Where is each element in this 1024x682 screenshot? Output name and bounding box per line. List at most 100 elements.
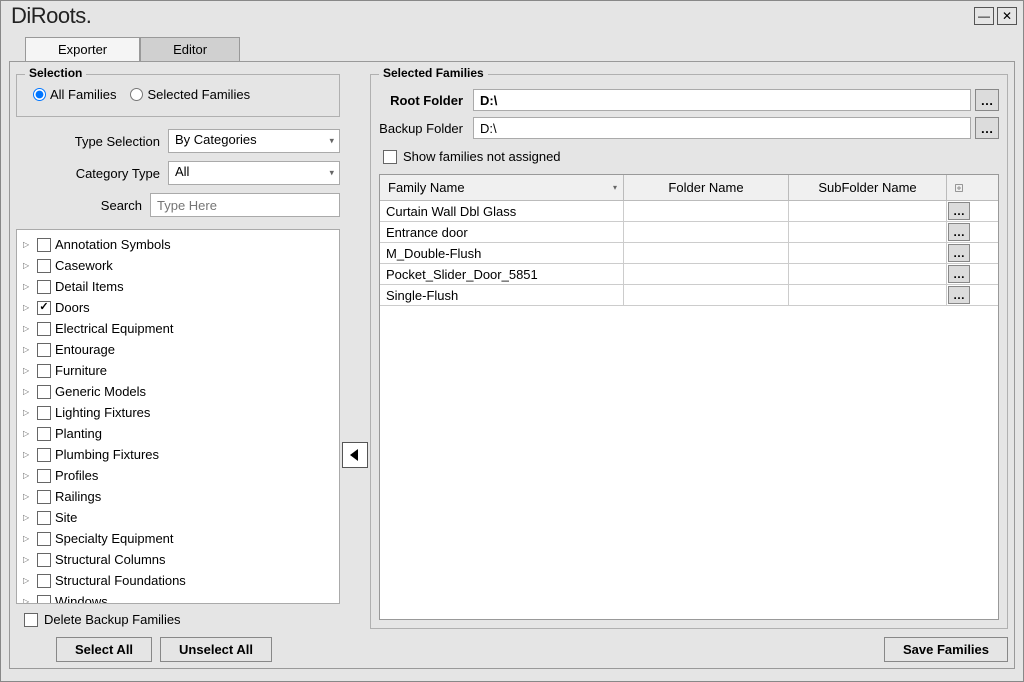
tree-label: Planting bbox=[55, 426, 102, 441]
tree-item[interactable]: ▷Casework bbox=[19, 255, 337, 276]
tree-checkbox[interactable] bbox=[37, 322, 51, 336]
delete-backup-checkbox[interactable] bbox=[24, 613, 38, 627]
cell-subfolder-name bbox=[789, 222, 947, 242]
tree-checkbox[interactable] bbox=[37, 469, 51, 483]
tree-checkbox[interactable] bbox=[37, 574, 51, 588]
tree-item[interactable]: ▷Site bbox=[19, 507, 337, 528]
search-input[interactable] bbox=[150, 193, 340, 217]
chevron-down-icon: ▾ bbox=[613, 183, 617, 192]
radio-all-families[interactable]: All Families bbox=[33, 87, 116, 102]
tree-item[interactable]: ▷Doors bbox=[19, 297, 337, 318]
move-left-button[interactable] bbox=[342, 442, 368, 468]
cell-folder-name bbox=[624, 222, 789, 242]
row-options-button[interactable]: … bbox=[948, 202, 970, 220]
selected-families-group: Selected Families Root Folder … Backup F… bbox=[370, 74, 1008, 629]
tree-item[interactable]: ▷Planting bbox=[19, 423, 337, 444]
save-families-button[interactable]: Save Families bbox=[884, 637, 1008, 662]
tree-checkbox[interactable] bbox=[37, 511, 51, 525]
tree-checkbox[interactable] bbox=[37, 406, 51, 420]
expand-icon: ▷ bbox=[23, 387, 33, 396]
show-not-assigned-label: Show families not assigned bbox=[403, 149, 561, 164]
row-options-button[interactable]: … bbox=[948, 244, 970, 262]
tree-item[interactable]: ▷Lighting Fixtures bbox=[19, 402, 337, 423]
row-options-button[interactable]: … bbox=[948, 223, 970, 241]
backup-folder-input[interactable] bbox=[473, 117, 971, 139]
tree-checkbox[interactable] bbox=[37, 553, 51, 567]
expand-icon: ▷ bbox=[23, 555, 33, 564]
table-row[interactable]: Entrance door… bbox=[380, 222, 998, 243]
category-tree[interactable]: ▷Annotation Symbols▷Casework▷Detail Item… bbox=[16, 229, 340, 604]
table-row[interactable]: Pocket_Slider_Door_5851… bbox=[380, 264, 998, 285]
tree-label: Casework bbox=[55, 258, 113, 273]
tree-label: Entourage bbox=[55, 342, 115, 357]
tree-item[interactable]: ▷Railings bbox=[19, 486, 337, 507]
tree-checkbox[interactable] bbox=[37, 490, 51, 504]
select-all-button[interactable]: Select All bbox=[56, 637, 152, 662]
tree-item[interactable]: ▷Structural Foundations bbox=[19, 570, 337, 591]
tree-item[interactable]: ▷Annotation Symbols bbox=[19, 234, 337, 255]
tree-item[interactable]: ▷Windows bbox=[19, 591, 337, 604]
type-selection-label: Type Selection bbox=[16, 134, 168, 149]
tree-label: Structural Foundations bbox=[55, 573, 186, 588]
tree-item[interactable]: ▷Entourage bbox=[19, 339, 337, 360]
table-row[interactable]: Single-Flush… bbox=[380, 285, 998, 306]
category-type-dropdown[interactable]: All bbox=[168, 161, 340, 185]
tab-editor[interactable]: Editor bbox=[140, 37, 240, 61]
expand-icon: ▷ bbox=[23, 240, 33, 249]
tree-item[interactable]: ▷Specialty Equipment bbox=[19, 528, 337, 549]
tree-item[interactable]: ▷ Furniture bbox=[19, 360, 337, 381]
tree-checkbox[interactable] bbox=[37, 448, 51, 462]
app-window: DiRoots. — ✕ Exporter Editor Selection A… bbox=[0, 0, 1024, 682]
category-type-label: Category Type bbox=[16, 166, 168, 181]
column-subfolder-name[interactable]: SubFolder Name bbox=[789, 175, 947, 200]
root-folder-input[interactable] bbox=[473, 89, 971, 111]
expand-icon: ▷ bbox=[23, 282, 33, 291]
cell-folder-name bbox=[624, 285, 789, 305]
cell-subfolder-name bbox=[789, 243, 947, 263]
expand-icon: ▷ bbox=[23, 408, 33, 417]
tree-checkbox[interactable] bbox=[37, 427, 51, 441]
type-selection-dropdown[interactable]: By Categories bbox=[168, 129, 340, 153]
tree-checkbox[interactable] bbox=[37, 280, 51, 294]
tree-item[interactable]: ▷Electrical Equipment bbox=[19, 318, 337, 339]
expand-icon: ▷ bbox=[23, 324, 33, 333]
column-family-name[interactable]: Family Name▾ bbox=[380, 175, 624, 200]
tree-item[interactable]: ▷Generic Models bbox=[19, 381, 337, 402]
titlebar: DiRoots. — ✕ bbox=[1, 1, 1023, 33]
minimize-button[interactable]: — bbox=[974, 7, 994, 25]
tree-item[interactable]: ▷Detail Items bbox=[19, 276, 337, 297]
row-options-button[interactable]: … bbox=[948, 286, 970, 304]
column-settings[interactable] bbox=[947, 175, 971, 200]
tree-checkbox[interactable] bbox=[37, 259, 51, 273]
unselect-all-button[interactable]: Unselect All bbox=[160, 637, 272, 662]
tree-checkbox[interactable] bbox=[37, 364, 51, 378]
show-not-assigned-checkbox[interactable] bbox=[383, 150, 397, 164]
table-row[interactable]: Curtain Wall Dbl Glass… bbox=[380, 201, 998, 222]
tree-label: Furniture bbox=[55, 363, 107, 378]
backup-folder-browse-button[interactable]: … bbox=[975, 117, 999, 139]
table-row[interactable]: M_Double-Flush… bbox=[380, 243, 998, 264]
tree-checkbox[interactable] bbox=[37, 301, 51, 315]
tree-item[interactable]: ▷Profiles bbox=[19, 465, 337, 486]
close-button[interactable]: ✕ bbox=[997, 7, 1017, 25]
tree-checkbox[interactable] bbox=[37, 595, 51, 605]
cell-subfolder-name bbox=[789, 285, 947, 305]
main-panel: Selection All Families Selected Families… bbox=[9, 61, 1015, 669]
search-label: Search bbox=[16, 198, 150, 213]
tree-label: Railings bbox=[55, 489, 101, 504]
row-options-button[interactable]: … bbox=[948, 265, 970, 283]
expand-icon: ▷ bbox=[23, 534, 33, 543]
tree-checkbox[interactable] bbox=[37, 385, 51, 399]
expand-icon: ▷ bbox=[23, 366, 33, 375]
tree-item[interactable]: ▷Structural Columns bbox=[19, 549, 337, 570]
tabs: Exporter Editor bbox=[1, 37, 1023, 61]
tree-label: Site bbox=[55, 510, 77, 525]
tree-item[interactable]: ▷Plumbing Fixtures bbox=[19, 444, 337, 465]
tree-checkbox[interactable] bbox=[37, 343, 51, 357]
radio-selected-families[interactable]: Selected Families bbox=[130, 87, 250, 102]
root-folder-browse-button[interactable]: … bbox=[975, 89, 999, 111]
tree-checkbox[interactable] bbox=[37, 532, 51, 546]
tree-checkbox[interactable] bbox=[37, 238, 51, 252]
column-folder-name[interactable]: Folder Name bbox=[624, 175, 789, 200]
tab-exporter[interactable]: Exporter bbox=[25, 37, 140, 61]
